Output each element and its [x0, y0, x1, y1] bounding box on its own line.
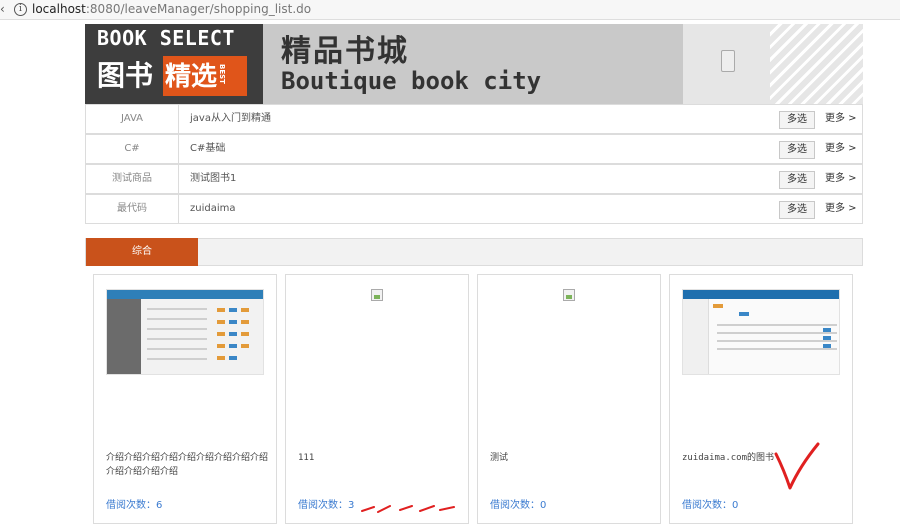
book-description[interactable]: 111 [298, 451, 460, 465]
borrow-count: 借阅次数：0 [682, 500, 739, 511]
banner-stripes [770, 24, 863, 104]
logo-best-tag: BEST [218, 64, 226, 84]
book-cover-image[interactable] [106, 289, 264, 375]
address-bar[interactable]: ‹ i localhost:8080/leaveManager/shopping… [0, 0, 900, 20]
category-row-test: 测试商品 测试图书1 多选 更多 > [85, 164, 863, 194]
category-item-link[interactable]: C#基础 [190, 135, 225, 163]
category-row-csharp: C# C#基础 多选 更多 > [85, 134, 863, 164]
category-name[interactable]: 最代码 [86, 195, 179, 223]
book-card[interactable]: 111 借阅次数：3 [285, 274, 469, 524]
banner-title-chinese: 精品书城 [281, 34, 409, 69]
borrow-count: 借阅次数：6 [106, 500, 163, 511]
more-link[interactable]: 更多 > [825, 165, 857, 193]
logo-english: BOOK SELECT [97, 26, 235, 50]
multi-select-button[interactable]: 多选 [779, 171, 815, 189]
url-text[interactable]: localhost:8080/leaveManager/shopping_lis… [32, 2, 311, 16]
broken-image-icon[interactable] [563, 289, 575, 301]
more-link[interactable]: 更多 > [825, 135, 857, 163]
back-edge-glyph: ‹ [0, 2, 5, 16]
book-card[interactable]: 介绍介绍介绍介绍介绍介绍介绍介绍介绍介绍介绍介绍介绍 借阅次数：6 [93, 274, 277, 524]
category-name[interactable]: C# [86, 135, 179, 163]
more-link[interactable]: 更多 > [825, 105, 857, 133]
multi-select-button[interactable]: 多选 [779, 141, 815, 159]
site-info-icon[interactable]: i [14, 3, 27, 16]
category-item-link[interactable]: zuidaima [190, 195, 236, 223]
red-check-annotation [774, 442, 820, 490]
tab-comprehensive[interactable]: 综合 [86, 238, 198, 266]
multi-select-button[interactable]: 多选 [779, 111, 815, 129]
book-cover-image[interactable] [682, 289, 840, 375]
book-description[interactable]: 介绍介绍介绍介绍介绍介绍介绍介绍介绍介绍介绍介绍介绍 [106, 451, 268, 479]
phone-icon [721, 50, 735, 72]
category-item-link[interactable]: java从入门到精通 [190, 105, 271, 133]
borrow-count: 借阅次数：0 [490, 500, 547, 511]
banner-title-english: Boutique book city [281, 67, 542, 95]
category-item-link[interactable]: 测试图书1 [190, 165, 236, 193]
url-host: localhost [32, 2, 86, 16]
category-name[interactable]: 测试商品 [86, 165, 179, 193]
borrow-count: 借阅次数：3 [298, 500, 355, 511]
book-description[interactable]: 测试 [490, 451, 652, 465]
broken-image-icon[interactable] [371, 289, 383, 301]
red-scribble-annotation [361, 505, 455, 513]
logo-highlight-text: 精选 [165, 62, 218, 92]
logo-chinese: 图书 [97, 59, 154, 92]
sort-tab-bar: 综合 [85, 238, 863, 266]
book-card[interactable]: 测试 借阅次数：0 [477, 274, 661, 524]
category-row-zuidaima: 最代码 zuidaima 多选 更多 > [85, 194, 863, 224]
more-link[interactable]: 更多 > [825, 195, 857, 223]
category-row-java: JAVA java从入门到精通 多选 更多 > [85, 104, 863, 134]
category-name[interactable]: JAVA [86, 105, 179, 133]
site-banner: BOOK SELECT 图书 精选 BEST 精品书城 Boutique boo… [85, 24, 863, 104]
url-path: :8080/leaveManager/shopping_list.do [85, 2, 312, 16]
multi-select-button[interactable]: 多选 [779, 201, 815, 219]
